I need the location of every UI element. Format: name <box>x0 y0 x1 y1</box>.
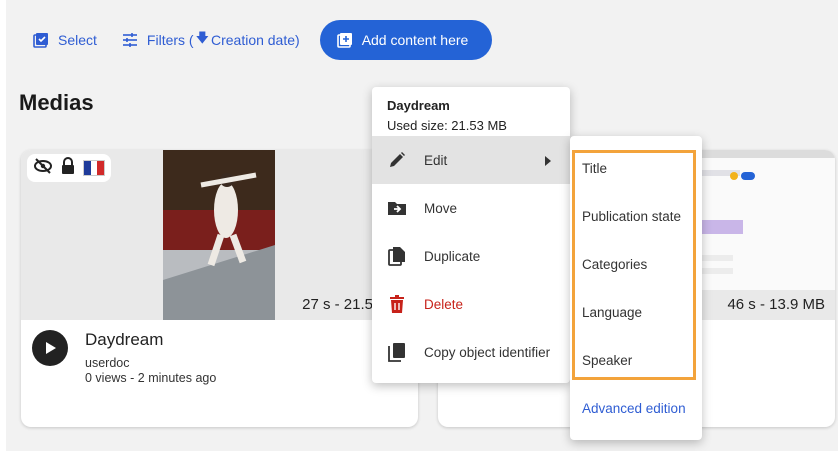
menu-item-duplicate[interactable]: Duplicate <box>372 232 570 280</box>
submenu-item-language[interactable]: Language <box>570 288 702 336</box>
media-thumbnail[interactable]: 27 s - 21.53 MB <box>21 150 418 320</box>
context-menu-title: Daydream <box>387 98 450 113</box>
filters-button[interactable]: Filters ( 🡇 Creation date) <box>109 20 312 60</box>
arrow-down-icon: 🡇 <box>195 30 209 45</box>
eye-off-icon <box>33 157 53 179</box>
context-menu-header: Daydream Used size: 21.53 MB <box>372 87 570 136</box>
media-stats: 0 views - 2 minutes ago <box>85 371 217 385</box>
select-label: Select <box>58 32 97 48</box>
trash-icon <box>386 293 408 315</box>
menu-item-label: Duplicate <box>424 248 481 264</box>
french-flag-icon <box>83 160 105 176</box>
edit-submenu: Title Publication state Categories Langu… <box>570 136 702 440</box>
filters-sort-label: Creation date) <box>210 32 300 48</box>
lock-icon <box>61 156 75 180</box>
menu-item-delete[interactable]: Delete <box>372 280 570 328</box>
menu-item-copy-identifier[interactable]: Copy object identifier <box>372 328 570 376</box>
submenu-item-speaker[interactable]: Speaker <box>570 336 702 384</box>
media-author: userdoc <box>85 356 130 370</box>
menu-item-label: Move <box>424 200 458 216</box>
context-menu-used-size: Used size: 21.53 MB <box>387 118 507 133</box>
menu-item-label: Copy object identifier <box>424 344 551 360</box>
play-icon <box>46 342 56 354</box>
media-meta: userdoc 0 views - 2 minutes ago <box>85 356 216 386</box>
tune-icon <box>121 31 139 49</box>
submenu-item-publication-state[interactable]: Publication state <box>570 192 702 240</box>
select-button[interactable]: Select <box>20 20 109 60</box>
toolbar: Select Filters ( 🡇 Creation date) Add co… <box>20 20 493 60</box>
media-card[interactable]: 27 s - 21.53 MB Daydream userdoc 0 views… <box>21 150 418 427</box>
duplicate-icon <box>386 245 408 267</box>
pencil-icon <box>386 149 408 171</box>
filters-label: Filters ( <box>146 32 194 48</box>
checkbox-icon <box>32 31 50 49</box>
copy-icon <box>386 341 408 363</box>
submenu-item-categories[interactable]: Categories <box>570 240 702 288</box>
add-box-icon <box>336 31 354 49</box>
card-badges <box>27 154 111 182</box>
menu-item-edit[interactable]: Edit <box>372 136 570 184</box>
menu-item-label: Edit <box>424 152 448 168</box>
context-menu: Daydream Used size: 21.53 MB Edit Move D… <box>372 87 570 383</box>
add-content-button[interactable]: Add content here <box>319 20 493 60</box>
menu-item-label: Delete <box>424 296 464 312</box>
chevron-right-icon <box>544 154 552 169</box>
play-button[interactable] <box>32 330 68 366</box>
media-duration: 46 s - 13.9 MB <box>727 296 825 313</box>
submenu-item-advanced-edition[interactable]: Advanced edition <box>570 384 702 432</box>
menu-item-move[interactable]: Move <box>372 184 570 232</box>
page-title: Medias <box>19 90 94 115</box>
folder-move-icon <box>386 197 408 219</box>
add-content-label: Add content here <box>361 32 469 48</box>
media-title[interactable]: Daydream <box>85 330 163 350</box>
submenu-item-title[interactable]: Title <box>570 144 702 192</box>
